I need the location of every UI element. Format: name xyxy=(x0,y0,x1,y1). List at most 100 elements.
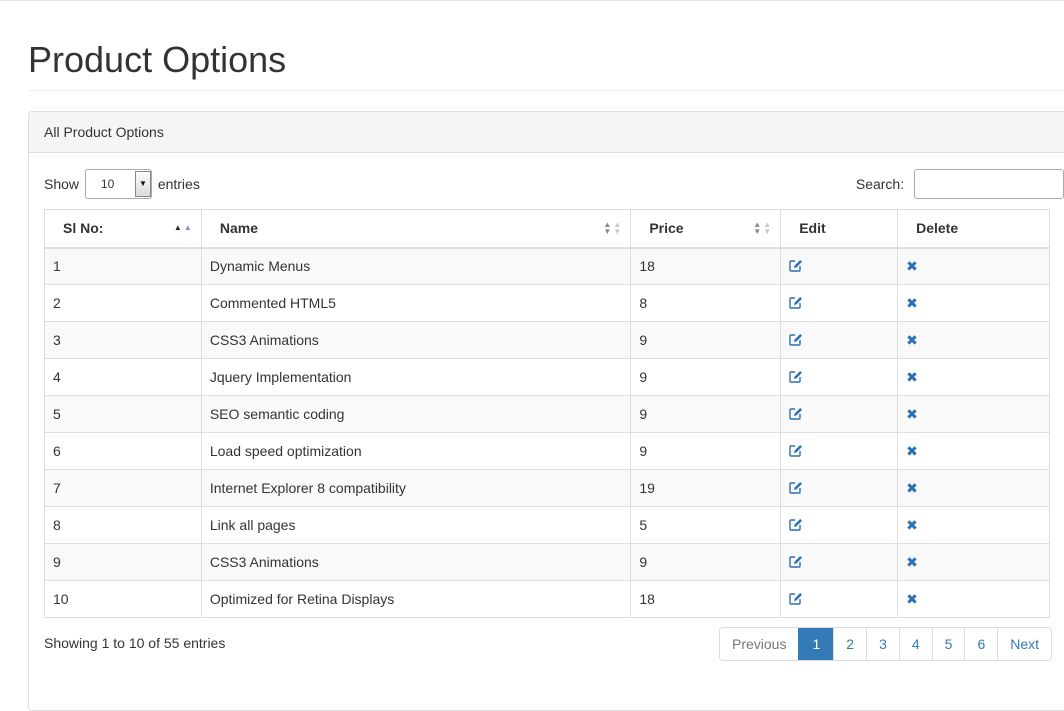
table-controls: Show 10 ▼ entries Search: xyxy=(44,168,1064,200)
edit-icon[interactable] xyxy=(789,481,803,497)
cell-edit xyxy=(780,543,899,581)
entries-select[interactable]: 10 ▼ xyxy=(84,169,152,200)
edit-icon[interactable] xyxy=(789,259,803,275)
edit-icon[interactable] xyxy=(789,555,803,571)
page-button-6[interactable]: 6 xyxy=(964,628,998,660)
cell-sl-no: 9 xyxy=(44,543,202,581)
close-icon[interactable]: ✖ xyxy=(906,554,918,571)
cell-edit xyxy=(780,358,899,396)
column-header-name[interactable]: Name ▲ ▼ ▲ ▼ xyxy=(200,209,632,249)
edit-icon[interactable] xyxy=(789,296,803,312)
page-button-5[interactable]: 5 xyxy=(931,628,965,660)
cell-sl-no: 10 xyxy=(44,580,202,618)
show-label: Show xyxy=(44,176,80,193)
table-row: 4 Jquery Implementation 9 ✖ xyxy=(44,358,1050,396)
table-row: 7 Internet Explorer 8 compatibility 19 ✖ xyxy=(44,469,1050,507)
cell-price: 18 xyxy=(630,580,782,618)
table-row: 2 Commented HTML5 8 ✖ xyxy=(44,284,1050,322)
top-divider xyxy=(0,0,1064,1)
sort-ascending-icon: ▲ ▲ xyxy=(173,223,192,232)
page-title: Product Options xyxy=(28,39,287,80)
close-icon[interactable]: ✖ xyxy=(906,258,918,275)
cell-edit xyxy=(780,395,899,433)
close-icon[interactable]: ✖ xyxy=(906,591,918,608)
cell-name: CSS3 Animations xyxy=(200,321,632,359)
close-icon[interactable]: ✖ xyxy=(906,369,918,386)
cell-sl-no: 5 xyxy=(44,395,202,433)
edit-icon[interactable] xyxy=(789,370,803,386)
dropdown-arrow-icon[interactable]: ▼ xyxy=(134,171,151,198)
cell-sl-no: 2 xyxy=(44,284,202,322)
table-row: 3 CSS3 Animations 9 ✖ xyxy=(44,321,1050,359)
cell-name: SEO semantic coding xyxy=(200,395,632,433)
column-header-label: Name xyxy=(219,220,258,237)
previous-page-button[interactable]: Previous xyxy=(720,628,799,660)
search-control: Search: xyxy=(856,168,1064,200)
cell-price: 5 xyxy=(630,506,782,544)
table-row: 5 SEO semantic coding 9 ✖ xyxy=(44,395,1050,433)
column-header-label: Edit xyxy=(799,220,826,237)
column-header-price[interactable]: Price ▲ ▼ ▲ ▼ xyxy=(630,209,782,249)
cell-sl-no: 1 xyxy=(44,247,202,285)
cell-delete: ✖ xyxy=(897,432,1050,470)
cell-name: Optimized for Retina Displays xyxy=(200,580,632,618)
search-label: Search: xyxy=(855,176,905,193)
cell-price: 19 xyxy=(630,469,782,507)
entries-select-value: 10 xyxy=(100,177,115,192)
edit-icon[interactable] xyxy=(789,333,803,349)
column-header-label: Price xyxy=(649,220,684,237)
page-button-4[interactable]: 4 xyxy=(898,628,932,660)
sort-both-icon: ▲ ▼ ▲ ▼ xyxy=(603,220,622,236)
cell-edit xyxy=(780,469,899,507)
cell-name: Commented HTML5 xyxy=(200,284,632,322)
table-row: 10 Optimized for Retina Displays 18 ✖ xyxy=(44,580,1050,618)
cell-name: Link all pages xyxy=(200,506,632,544)
cell-price: 9 xyxy=(630,432,782,470)
column-header-edit: Edit xyxy=(780,209,899,249)
cell-edit xyxy=(780,247,899,285)
product-options-table: Sl No: ▲ ▲ Name ▲ ▼ ▲ ▼ Price ▲ ▼ ▲ ▼ Ed… xyxy=(44,209,1050,618)
title-divider xyxy=(28,90,1064,91)
cell-delete: ✖ xyxy=(897,284,1050,322)
edit-icon[interactable] xyxy=(789,518,803,534)
cell-sl-no: 6 xyxy=(44,432,202,470)
close-icon[interactable]: ✖ xyxy=(906,517,918,534)
cell-delete: ✖ xyxy=(897,469,1050,507)
cell-price: 9 xyxy=(630,395,782,433)
next-page-button[interactable]: Next xyxy=(997,628,1052,660)
cell-delete: ✖ xyxy=(897,580,1050,618)
close-icon[interactable]: ✖ xyxy=(906,332,918,349)
column-header-label: Sl No: xyxy=(63,220,104,237)
cell-delete: ✖ xyxy=(897,358,1050,396)
close-icon[interactable]: ✖ xyxy=(906,295,918,312)
cell-delete: ✖ xyxy=(897,395,1050,433)
page-button-1[interactable]: 1 xyxy=(798,628,834,660)
cell-price: 9 xyxy=(630,358,782,396)
edit-icon[interactable] xyxy=(789,407,803,423)
pagination: Previous 1 2 3 4 5 6 Next xyxy=(719,627,1053,661)
cell-price: 8 xyxy=(630,284,782,322)
product-options-panel: All Product Options Show 10 ▼ entries Se… xyxy=(28,111,1064,711)
cell-delete: ✖ xyxy=(897,543,1050,581)
table-header-row: Sl No: ▲ ▲ Name ▲ ▼ ▲ ▼ Price ▲ ▼ ▲ ▼ Ed… xyxy=(44,209,1050,249)
edit-icon[interactable] xyxy=(789,592,803,608)
cell-name: Load speed optimization xyxy=(200,432,632,470)
column-header-sl-no[interactable]: Sl No: ▲ ▲ xyxy=(44,209,202,249)
search-input[interactable] xyxy=(914,169,1064,200)
cell-edit xyxy=(780,580,899,618)
close-icon[interactable]: ✖ xyxy=(906,406,918,423)
close-icon[interactable]: ✖ xyxy=(906,443,918,460)
edit-icon[interactable] xyxy=(789,444,803,460)
close-icon[interactable]: ✖ xyxy=(906,480,918,497)
cell-delete: ✖ xyxy=(897,506,1050,544)
table-row: 8 Link all pages 5 ✖ xyxy=(44,506,1050,544)
entries-label: entries xyxy=(157,176,200,193)
table-row: 9 CSS3 Animations 9 ✖ xyxy=(44,543,1050,581)
page-button-2[interactable]: 2 xyxy=(833,628,867,660)
cell-delete: ✖ xyxy=(897,247,1050,285)
table-row: 6 Load speed optimization 9 ✖ xyxy=(44,432,1050,470)
cell-price: 9 xyxy=(630,321,782,359)
table-info: Showing 1 to 10 of 55 entries xyxy=(44,635,226,651)
cell-sl-no: 7 xyxy=(44,469,202,507)
page-button-3[interactable]: 3 xyxy=(866,628,899,660)
